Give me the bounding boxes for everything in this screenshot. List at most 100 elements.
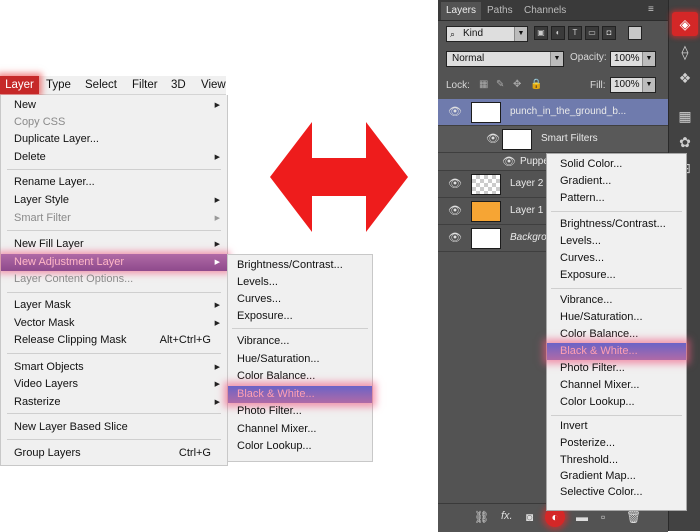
- dropdown-item-black-white[interactable]: Black & White...: [547, 343, 686, 360]
- visibility-eye-icon[interactable]: 👁: [486, 132, 500, 145]
- fill-input[interactable]: 100% ▼: [610, 77, 656, 93]
- dropdown-item-brightness-contrast[interactable]: Brightness/Contrast...: [547, 216, 686, 233]
- dropdown-separator: [551, 288, 682, 289]
- fx-button[interactable]: fx.: [501, 510, 513, 522]
- submenu-item-brightness-contrast[interactable]: Brightness/Contrast...: [228, 257, 372, 274]
- menu-item-new-layer-based-slice[interactable]: New Layer Based Slice: [1, 419, 227, 436]
- shape-filter-icon[interactable]: ▭: [585, 26, 599, 40]
- layer-row-smart-filters[interactable]: 👁 Smart Filters: [438, 126, 668, 153]
- menu-item-video-layers[interactable]: Video Layers ▶: [1, 376, 227, 393]
- submenu-item-color-balance[interactable]: Color Balance...: [228, 368, 372, 385]
- new-layer-icon[interactable]: ▫: [601, 510, 605, 524]
- menu-view[interactable]: View: [201, 76, 226, 94]
- layer-thumbnail: [471, 228, 501, 249]
- submenu-item-vibrance[interactable]: Vibrance...: [228, 333, 372, 350]
- filter-toggle-icon[interactable]: [628, 26, 642, 40]
- menu-item-release-clipping-mask[interactable]: Release Clipping Mask Alt+Ctrl+G: [1, 332, 227, 349]
- new-group-icon[interactable]: ▬: [576, 510, 588, 524]
- menu-3d[interactable]: 3D: [171, 76, 186, 94]
- dropdown-item-invert[interactable]: Invert: [547, 418, 686, 435]
- dropdown-item-color-balance[interactable]: Color Balance...: [547, 326, 686, 343]
- layers-panel-icon[interactable]: ◈: [672, 12, 698, 36]
- submenu-arrow-icon: ▶: [214, 215, 220, 222]
- visibility-eye-icon[interactable]: 👁: [448, 177, 462, 190]
- submenu-item-exposure[interactable]: Exposure...: [228, 308, 372, 325]
- submenu-item-color-lookup[interactable]: Color Lookup...: [228, 438, 372, 455]
- tab-layers[interactable]: Layers: [441, 2, 482, 20]
- submenu-item-channel-mixer[interactable]: Channel Mixer...: [228, 421, 372, 438]
- lock-brush-icon[interactable]: ✎: [496, 79, 504, 90]
- tab-paths[interactable]: Paths: [482, 2, 518, 20]
- pixel-filter-icon[interactable]: ▣: [534, 26, 548, 40]
- blend-mode-select[interactable]: Normal ▼: [446, 51, 564, 67]
- dropdown-item-photo-filter[interactable]: Photo Filter...: [547, 360, 686, 377]
- dropdown-item-pattern[interactable]: Pattern...: [547, 190, 686, 207]
- menu-item-vector-mask[interactable]: Vector Mask ▶: [1, 315, 227, 332]
- dropdown-item-selective-color[interactable]: Selective Color...: [547, 484, 686, 501]
- swatches-panel-icon[interactable]: ▦: [672, 104, 698, 128]
- visibility-eye-icon[interactable]: 👁: [448, 231, 462, 244]
- styles-panel-icon[interactable]: ✿: [672, 130, 698, 154]
- dropdown-item-levels[interactable]: Levels...: [547, 233, 686, 250]
- trash-icon[interactable]: 🗑: [626, 510, 641, 524]
- menu-separator: [7, 413, 221, 414]
- menu-filter[interactable]: Filter: [132, 76, 158, 94]
- adjustment-filter-icon[interactable]: ◐: [551, 26, 565, 40]
- submenu-item-levels[interactable]: Levels...: [228, 274, 372, 291]
- menu-item-rename-layer[interactable]: Rename Layer...: [1, 174, 227, 191]
- layer-row-main[interactable]: 👁 punch_in_the_ground_b...: [438, 99, 668, 126]
- panel-menu-icon[interactable]: ≡: [648, 4, 654, 15]
- dropdown-item-threshold[interactable]: Threshold...: [547, 452, 686, 469]
- dropdown-item-gradient[interactable]: Gradient...: [547, 173, 686, 190]
- menu-item-rasterize[interactable]: Rasterize ▶: [1, 394, 227, 411]
- menu-item-new-adjustment-layer[interactable]: New Adjustment Layer ▶: [1, 254, 227, 271]
- opacity-input[interactable]: 100% ▼: [610, 51, 656, 67]
- lock-all-icon[interactable]: 🔒: [530, 79, 542, 90]
- dropdown-item-posterize[interactable]: Posterize...: [547, 435, 686, 452]
- menu-item-group-layers[interactable]: Group Layers Ctrl+G: [1, 445, 227, 462]
- chevron-down-icon: ▼: [550, 52, 563, 66]
- dropdown-item-curves[interactable]: Curves...: [547, 250, 686, 267]
- type-filter-icon[interactable]: T: [568, 26, 582, 40]
- menu-select[interactable]: Select: [85, 76, 117, 94]
- submenu-item-hue-saturation[interactable]: Hue/Saturation...: [228, 351, 372, 368]
- menu-layer[interactable]: Layer: [0, 76, 39, 94]
- menu-item-delete[interactable]: Delete ▶: [1, 149, 227, 166]
- lock-transparent-icon[interactable]: ▦: [479, 79, 488, 90]
- tab-channels[interactable]: Channels: [519, 2, 571, 20]
- menu-type[interactable]: Type: [46, 76, 71, 94]
- menu-item-smart-filter: Smart Filter ▶: [1, 210, 227, 227]
- dropdown-item-solid-color[interactable]: Solid Color...: [547, 156, 686, 173]
- dropdown-item-color-lookup[interactable]: Color Lookup...: [547, 394, 686, 411]
- submenu-arrow-icon: ▶: [214, 102, 220, 109]
- submenu-arrow-icon: ▶: [214, 302, 220, 309]
- submenu-item-black-white[interactable]: Black & White...: [228, 386, 372, 403]
- dropdown-separator: [551, 211, 682, 212]
- dropdown-item-gradient-map[interactable]: Gradient Map...: [547, 468, 686, 485]
- channels-panel-icon[interactable]: ❖: [672, 66, 698, 90]
- dropdown-item-exposure[interactable]: Exposure...: [547, 267, 686, 284]
- smart-object-filter-icon[interactable]: ◘: [602, 26, 616, 40]
- menu-item-duplicate-layer[interactable]: Duplicate Layer...: [1, 131, 227, 148]
- submenu-item-photo-filter[interactable]: Photo Filter...: [228, 403, 372, 420]
- dropdown-item-hue-saturation[interactable]: Hue/Saturation...: [547, 309, 686, 326]
- submenu-item-curves[interactable]: Curves...: [228, 291, 372, 308]
- dropdown-item-vibrance[interactable]: Vibrance...: [547, 292, 686, 309]
- menu-item-layer-mask[interactable]: Layer Mask ▶: [1, 297, 227, 314]
- link-layers-icon[interactable]: ⛓: [474, 510, 489, 524]
- paths-panel-icon[interactable]: ⟠: [672, 40, 698, 64]
- add-mask-icon[interactable]: ◙: [526, 510, 533, 524]
- menu-item-new[interactable]: New ▶: [1, 97, 227, 114]
- visibility-eye-icon[interactable]: 👁: [448, 204, 462, 217]
- menu-item-new-fill-layer[interactable]: New Fill Layer ▶: [1, 236, 227, 253]
- menu-item-smart-objects[interactable]: Smart Objects ▶: [1, 359, 227, 376]
- lock-move-icon[interactable]: ✥: [513, 79, 521, 90]
- visibility-eye-icon[interactable]: 👁: [502, 155, 516, 168]
- visibility-eye-icon[interactable]: 👁: [448, 105, 462, 118]
- search-icon: ⌕: [450, 29, 456, 39]
- dropdown-item-channel-mixer[interactable]: Channel Mixer...: [547, 377, 686, 394]
- filter-kind-select[interactable]: ⌕ Kind ▼: [446, 26, 528, 42]
- layer-thumbnail: [471, 174, 501, 195]
- menu-item-layer-content-options: Layer Content Options...: [14, 273, 134, 285]
- menu-item-layer-style[interactable]: Layer Style ▶: [1, 192, 227, 209]
